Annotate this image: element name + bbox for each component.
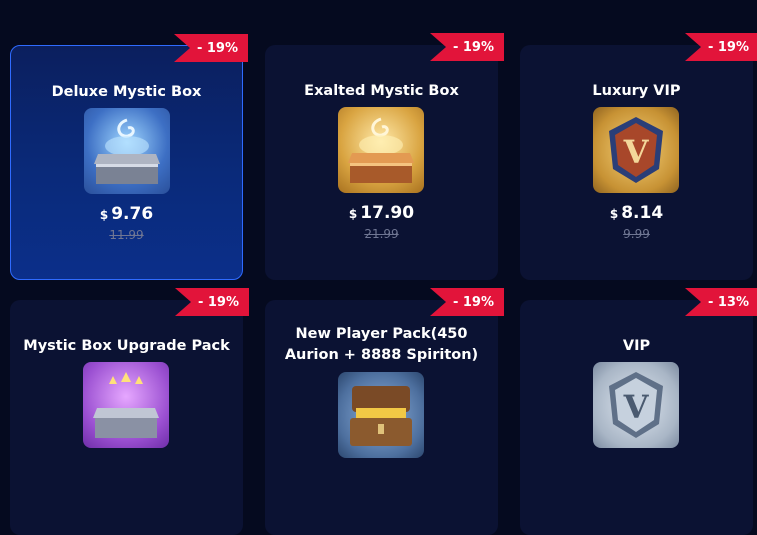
price-value: 9.76 <box>111 204 154 224</box>
currency-symbol: $ <box>99 208 109 222</box>
product-title: Exalted Mystic Box <box>304 83 459 99</box>
product-title: VIP <box>622 338 651 354</box>
currency-symbol: $ <box>609 207 619 221</box>
original-price: 11.99 <box>109 228 144 242</box>
price-value: 8.14 <box>621 203 664 223</box>
svg-text:V: V <box>623 133 650 171</box>
upgrade-pack-box-icon <box>83 362 169 448</box>
product-card-deluxe-mystic-box[interactable]: - 19% Deluxe Mystic Box $9.76 11.99 <box>10 34 248 280</box>
discount-badge: - 19% <box>175 288 249 316</box>
product-price: $9.76 <box>11 204 242 224</box>
product-card-vip[interactable]: - 13% VIP V <box>520 288 757 535</box>
luxury-vip-badge-icon: V <box>593 107 679 193</box>
vip-badge-icon: V <box>593 362 679 448</box>
product-card-exalted-mystic-box[interactable]: - 19% Exalted Mystic Box $17.90 21.99 <box>265 33 504 280</box>
price-value: 17.90 <box>360 203 415 223</box>
product-price: $17.90 <box>265 203 498 223</box>
original-price: 9.99 <box>623 227 650 241</box>
golden-mystic-box-icon <box>338 107 424 193</box>
product-title-line-1: New Player Pack(450 <box>295 326 468 342</box>
discount-badge: - 19% <box>430 33 504 61</box>
treasure-chest-icon <box>338 372 424 458</box>
product-card-mystic-box-upgrade-pack[interactable]: - 19% Mystic Box Upgrade Pack <box>10 288 249 535</box>
discount-badge: - 13% <box>685 288 757 316</box>
product-price: $8.14 <box>520 203 753 223</box>
product-title: Deluxe Mystic Box <box>51 84 202 100</box>
silver-mystic-box-icon <box>84 108 170 194</box>
discount-badge: - 19% <box>430 288 504 316</box>
original-price: 21.99 <box>364 227 399 241</box>
product-title-line-2: Aurion + 8888 Spiriton) <box>284 347 479 363</box>
discount-badge: - 19% <box>174 34 248 62</box>
product-title: Luxury VIP <box>592 83 681 99</box>
currency-symbol: $ <box>348 207 358 221</box>
svg-text:V: V <box>623 388 650 426</box>
product-title: Mystic Box Upgrade Pack <box>23 338 230 354</box>
product-card-luxury-vip[interactable]: - 19% Luxury VIP V $8.14 9.99 <box>520 33 757 280</box>
product-card-new-player-pack[interactable]: - 19% New Player Pack(450 Aurion + 8888 … <box>265 288 504 535</box>
discount-badge: - 19% <box>685 33 757 61</box>
